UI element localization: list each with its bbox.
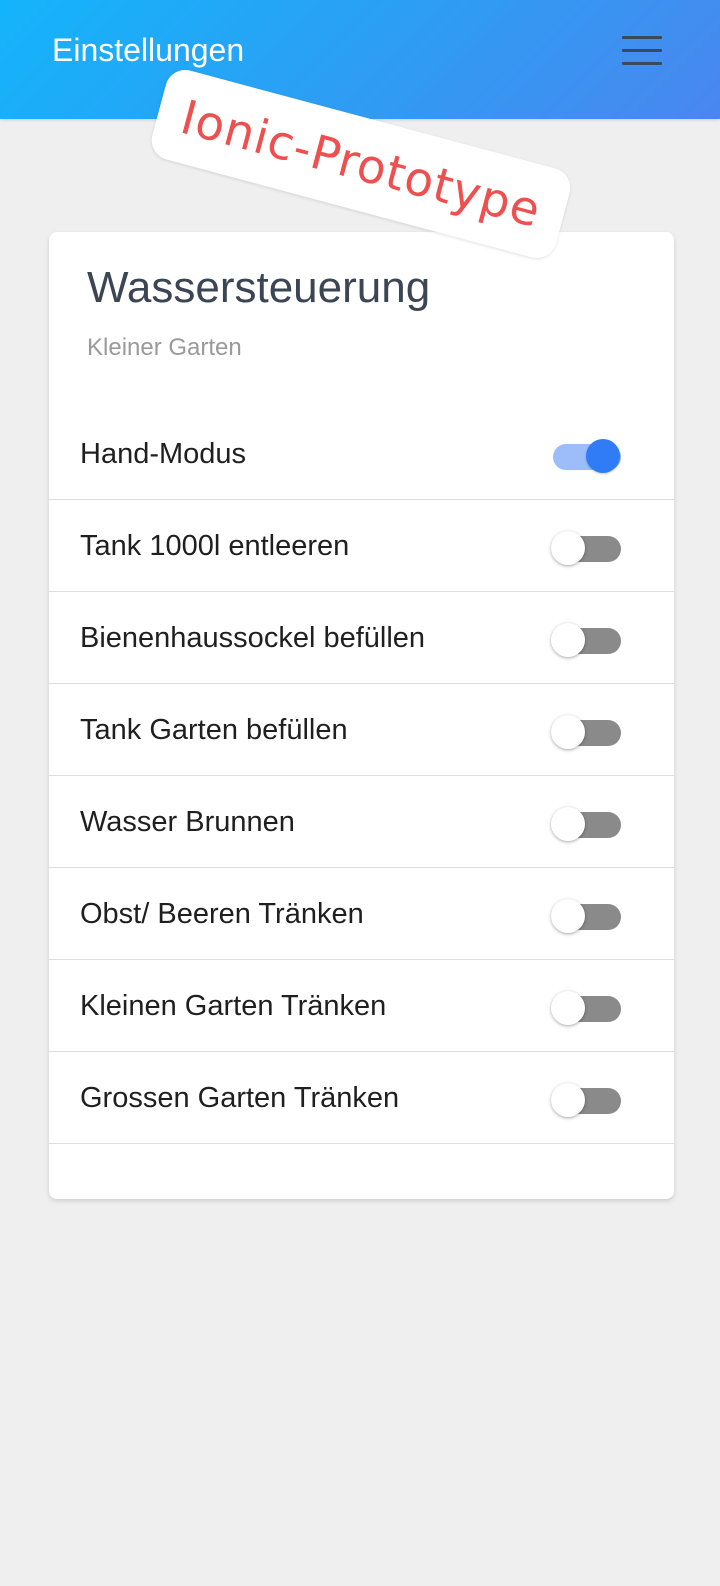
toggle-knob (551, 807, 585, 841)
tank-garten-befuellen-toggle[interactable] (551, 713, 623, 749)
list-item-label: Obst/ Beeren Tränken (80, 898, 364, 930)
grossen-garten-traenken-toggle[interactable] (551, 1081, 623, 1117)
toggle-knob (551, 623, 585, 657)
list-item-label: Wasser Brunnen (80, 806, 295, 838)
list-item-grossen-garten-traenken: Grossen Garten Tränken (49, 1052, 674, 1144)
toggle-knob (551, 1083, 585, 1117)
list-item-label: Hand-Modus (80, 438, 247, 470)
list-item-label: Kleinen Garten Tränken (80, 990, 387, 1022)
tank-1000l-entleeren-toggle[interactable] (551, 529, 623, 565)
list-item-hand-modus: Hand-Modus (49, 408, 674, 500)
hand-modus-toggle[interactable] (551, 437, 623, 473)
toggle-knob (586, 439, 620, 473)
settings-card: Wassersteuerung Kleiner Garten Hand-Modu… (49, 232, 674, 1199)
list-item-obst-beeren-traenken: Obst/ Beeren Tränken (49, 868, 674, 960)
toggle-knob (551, 531, 585, 565)
wasser-brunnen-toggle[interactable] (551, 805, 623, 841)
kleinen-garten-traenken-toggle[interactable] (551, 989, 623, 1025)
toggle-knob (551, 715, 585, 749)
toggle-knob (551, 991, 585, 1025)
list-item-wasser-brunnen: Wasser Brunnen (49, 776, 674, 868)
list-item-kleinen-garten-traenken: Kleinen Garten Tränken (49, 960, 674, 1052)
list-item-label: Grossen Garten Tränken (80, 1082, 400, 1114)
bienenhaussockel-befuellen-toggle[interactable] (551, 621, 623, 657)
menu-button[interactable] (618, 32, 666, 72)
list-item-bienenhaussockel-befuellen: Bienenhaussockel befüllen (49, 592, 674, 684)
app-toolbar: Einstellungen (0, 0, 720, 119)
list-item-label: Tank Garten befüllen (80, 714, 348, 746)
card-subtitle: Kleiner Garten (87, 334, 242, 361)
toggle-knob (551, 899, 585, 933)
card-title: Wassersteuerung (87, 263, 431, 312)
toggle-list: Hand-Modus Tank 1000l entleeren Bienenha… (49, 408, 674, 1144)
page-title: Einstellungen (52, 32, 245, 68)
list-item-label: Bienenhaussockel befüllen (80, 622, 426, 654)
list-item-tank-1000l-entleeren: Tank 1000l entleeren (49, 500, 674, 592)
list-item-tank-garten-befuellen: Tank Garten befüllen (49, 684, 674, 776)
list-item-label: Tank 1000l entleeren (80, 530, 350, 562)
obst-beeren-traenken-toggle[interactable] (551, 897, 623, 933)
